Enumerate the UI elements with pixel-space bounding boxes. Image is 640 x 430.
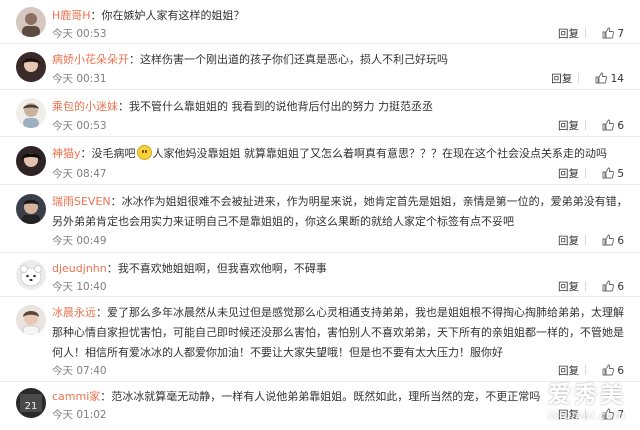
like-count: 5: [617, 168, 624, 180]
comment-text: 没毛病吧: [91, 147, 136, 160]
comment-time: 今天 01:02: [52, 409, 107, 421]
divider: [584, 168, 586, 178]
like-button[interactable]: 6: [592, 234, 624, 247]
comment-time: 今天 10:40: [52, 281, 107, 293]
comment-time: 今天 00:49: [52, 235, 107, 247]
thumbs-up-icon: [602, 27, 614, 39]
avatar[interactable]: [16, 7, 46, 37]
reply-button[interactable]: 回复: [558, 235, 579, 247]
thumbs-up-icon: [602, 234, 614, 246]
like-count: 6: [617, 365, 624, 377]
comment-text: 这样伤害一个刚出道的孩子你们还真是恶心，损人不利己好玩吗: [140, 53, 448, 66]
comment-text: 爱了那么多年冰晨然从未见过但是感觉那么心灵相通支持弟弟，我也是姐姐根不得掏心掏肺…: [52, 306, 624, 359]
comment-username[interactable]: djeudjnhn: [52, 262, 107, 275]
comment-username[interactable]: 乘包的小迷妹: [52, 100, 118, 113]
like-button[interactable]: 5: [592, 167, 624, 180]
reply-button[interactable]: 回复: [551, 73, 572, 85]
thumbs-up-icon: [602, 408, 614, 420]
comment-time: 今天 08:47: [52, 168, 107, 180]
like-count: 6: [617, 120, 624, 132]
comment-username[interactable]: cammi家: [52, 390, 100, 403]
like-button[interactable]: 14: [585, 72, 624, 85]
thumbs-up-icon: [602, 364, 614, 376]
divider: [584, 409, 586, 419]
comment-text: 我不喜欢她姐姐啊，但我喜欢他啊，不碍事: [117, 262, 327, 275]
comment-username[interactable]: 瑞雨SEVEN: [52, 195, 111, 208]
comment-username[interactable]: 神猫y: [52, 147, 81, 160]
avatar[interactable]: [16, 146, 46, 176]
svg-text:21: 21: [25, 401, 38, 412]
comment-item: H鹿哥H：你在嫉妒人家有这样的姐姐？ 今天 00:53 回复 7: [0, 0, 640, 44]
like-button[interactable]: 6: [592, 280, 624, 293]
comment-list: H鹿哥H：你在嫉妒人家有这样的姐姐？ 今天 00:53 回复 7 病娇小花朵朵开…: [0, 0, 640, 430]
divider: [584, 281, 586, 291]
avatar[interactable]: [16, 260, 46, 290]
like-button[interactable]: 6: [592, 364, 624, 377]
comment-item: 乘包的小迷妹：我不管什么靠姐姐的 我看到的说他背后付出的努力 力挺范丞丞 今天 …: [0, 90, 640, 137]
reply-button[interactable]: 回复: [558, 168, 579, 180]
comment-item: djeudjnhn：我不喜欢她姐姐啊，但我喜欢他啊，不碍事 今天 10:40 回…: [0, 253, 640, 297]
reply-button[interactable]: 回复: [558, 409, 579, 421]
comment-username[interactable]: 病娇小花朵朵开: [52, 53, 129, 66]
comment-time: 今天 00:53: [52, 120, 107, 132]
comment-item: 病娇小花朵朵开：这样伤害一个刚出道的孩子你们还真是恶心，损人不利己好玩吗 今天 …: [0, 44, 640, 90]
comment-text-cont: 人家他妈没靠姐姐 就算靠姐姐了又怎么着啊真有意思？？？在现在这个社会没点关系走的…: [152, 147, 608, 160]
reply-button[interactable]: 回复: [558, 28, 579, 40]
avatar[interactable]: [16, 98, 46, 128]
comment-text: 冰冰作为姐姐很难不会被扯进来，作为明星来说，她肯定首先是姐姐，亲情是第一位的，爱…: [52, 195, 628, 228]
like-button[interactable]: 7: [592, 408, 624, 421]
like-count: 7: [617, 28, 624, 40]
comment-username[interactable]: H鹿哥H: [52, 9, 91, 22]
comment-item: 神猫y：没毛病吧 人家他妈没靠姐姐 就算靠姐姐了又怎么着啊真有意思？？？在现在这个…: [0, 137, 640, 185]
thumbs-up-icon: [602, 167, 614, 179]
comment-username[interactable]: 冰晨永远: [52, 306, 96, 319]
comment-text: 你在嫉妒人家有这样的姐姐？: [101, 9, 245, 22]
avatar[interactable]: 21: [16, 388, 46, 418]
comment-text: 我不管什么靠姐姐的 我看到的说他背后付出的努力 力挺范丞丞: [129, 100, 433, 113]
comment-time: 今天 07:40: [52, 365, 107, 377]
avatar[interactable]: [16, 194, 46, 224]
like-count: 6: [617, 235, 624, 247]
reply-button[interactable]: 回复: [558, 120, 579, 132]
like-button[interactable]: 7: [592, 27, 624, 40]
divider: [584, 28, 586, 38]
comment-text: 范冰冰就算毫无动静，一样有人说他弟弟靠姐姐。既然如此，理所当然的宠，不更正常吗: [111, 390, 541, 403]
comment-item: 瑞雨SEVEN：冰冰作为姐姐很难不会被扯进来，作为明星来说，她肯定首先是姐姐，亲…: [0, 185, 640, 253]
reply-button[interactable]: 回复: [558, 365, 579, 377]
like-button[interactable]: 6: [592, 119, 624, 132]
like-count: 6: [617, 281, 624, 293]
divider: [578, 73, 580, 83]
smile-emoji-icon: [136, 145, 152, 160]
avatar[interactable]: [16, 52, 46, 82]
comment-time: 今天 00:31: [52, 73, 107, 85]
reply-button[interactable]: 回复: [558, 281, 579, 293]
divider: [584, 365, 586, 375]
divider: [584, 235, 586, 245]
like-count: 7: [617, 409, 624, 421]
thumbs-up-icon: [602, 119, 614, 131]
avatar[interactable]: [16, 305, 46, 335]
like-count: 14: [610, 73, 624, 85]
divider: [584, 120, 586, 130]
thumbs-up-icon: [602, 280, 614, 292]
comment-item: 冰晨永远：爱了那么多年冰晨然从未见过但是感觉那么心灵相通支持弟弟，我也是姐姐根不…: [0, 297, 640, 382]
comment-time: 今天 00:53: [52, 28, 107, 40]
thumbs-up-icon: [595, 72, 608, 84]
comment-item: 21 cammi家：范冰冰就算毫无动静，一样有人说他弟弟靠姐姐。既然如此，理所当…: [0, 382, 640, 430]
